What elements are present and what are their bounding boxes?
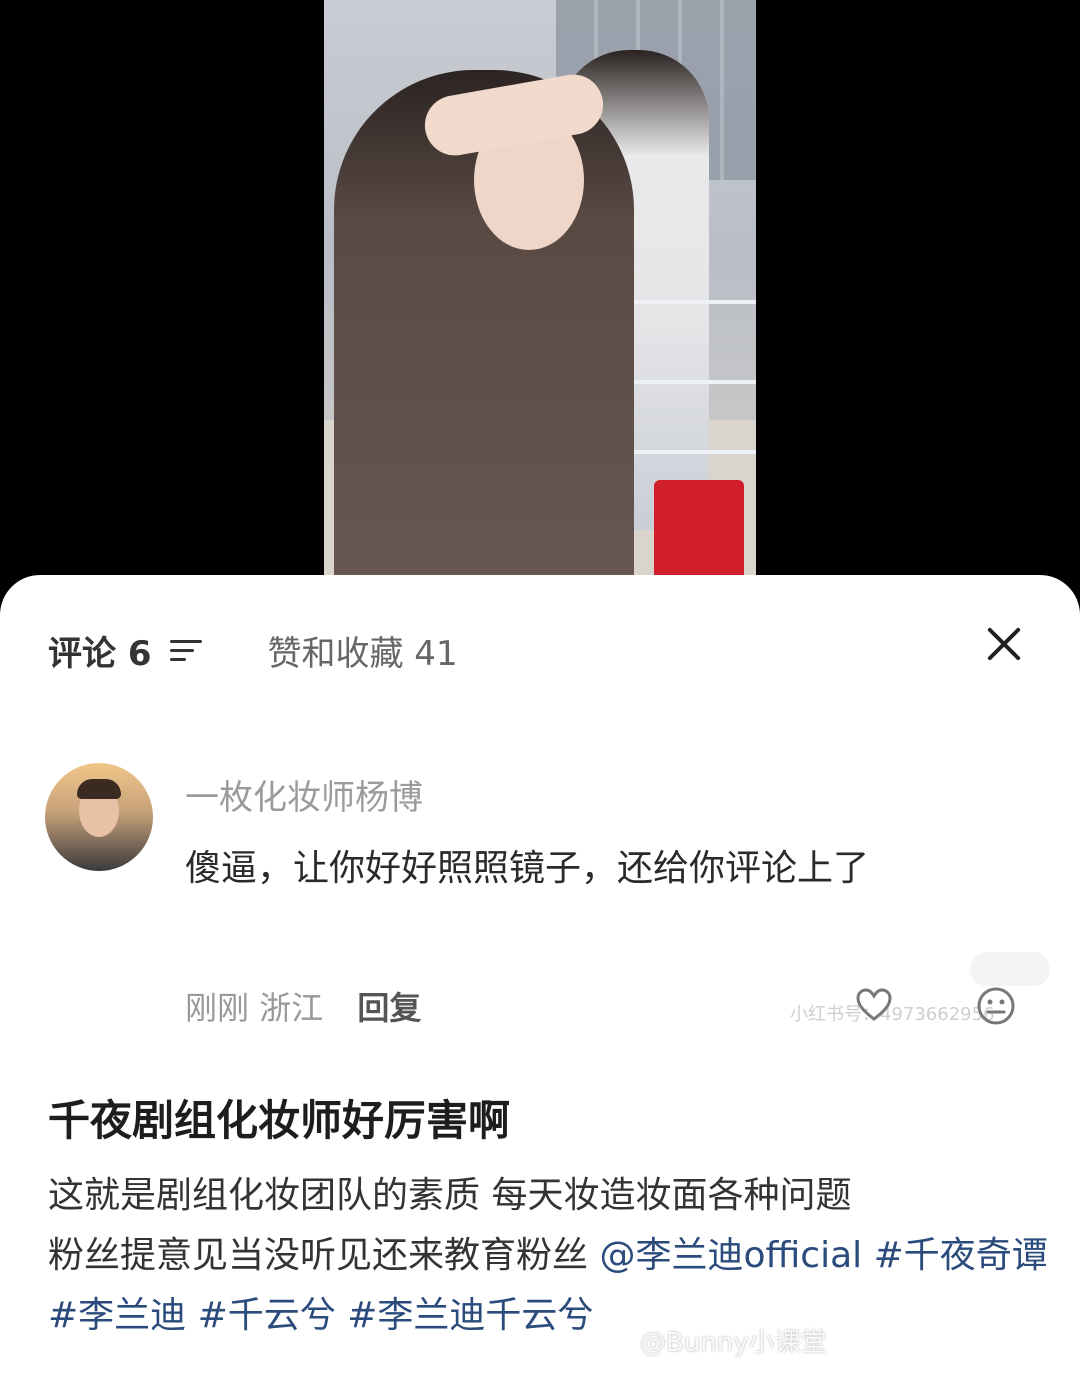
mention-link[interactable]: @李兰迪official [599, 1235, 862, 1276]
emoji-icon[interactable] [976, 986, 1016, 1026]
post-body-line: 粉丝提意见当没听见还来教育粉丝 @李兰迪official #千夜奇谭 [48, 1235, 1048, 1276]
blurred-badge [970, 952, 1050, 986]
hashtag-link[interactable]: #千夜奇谭 [874, 1235, 1048, 1276]
close-icon[interactable] [982, 622, 1026, 666]
post-body-line: #李兰迪 #千云兮 #李兰迪千云兮 [48, 1286, 1048, 1346]
hashtag-link[interactable]: #李兰迪 [48, 1295, 186, 1336]
weibo-watermark: @Bunny小课堂 [640, 1328, 827, 1358]
tab-comments[interactable]: 评论 6 [48, 626, 152, 675]
comment-meta: 刚刚 浙江 回复 [185, 983, 421, 1029]
post-body-line: 这就是剧组化妆团队的素质 每天妆造妆面各种问题 [48, 1175, 852, 1216]
video-preview-image[interactable] [324, 0, 756, 640]
comment-time: 刚刚 [185, 989, 250, 1027]
post-body: 这就是剧组化妆团队的素质 每天妆造妆面各种问题 粉丝提意见当没听见还来教育粉丝 … [48, 1166, 1048, 1346]
post-title: 千夜剧组化妆师好厉害啊 [48, 1096, 511, 1145]
comment-tabs: 评论 6 赞和收藏 41 [48, 625, 458, 675]
avatar[interactable] [45, 763, 153, 871]
video-backdrop [0, 0, 1080, 640]
reply-button[interactable]: 回复 [357, 989, 421, 1027]
sort-icon[interactable] [169, 638, 204, 662]
photo-red-stool [654, 480, 744, 580]
comment-location: 浙江 [259, 989, 324, 1027]
heart-icon[interactable] [856, 988, 892, 1022]
tab-likes-and-saves[interactable]: 赞和收藏 41 [268, 626, 458, 675]
hashtag-link[interactable]: #李兰迪千云兮 [347, 1295, 593, 1336]
comment-author[interactable]: 一枚化妆师杨博 [185, 770, 423, 819]
hashtag-link[interactable]: #千云兮 [198, 1295, 336, 1336]
comment-text: 傻逼，让你好好照照镜子，还给你评论上了 [185, 848, 870, 889]
xhs-id-watermark: 小红书号：4973662956 [790, 1004, 995, 1025]
